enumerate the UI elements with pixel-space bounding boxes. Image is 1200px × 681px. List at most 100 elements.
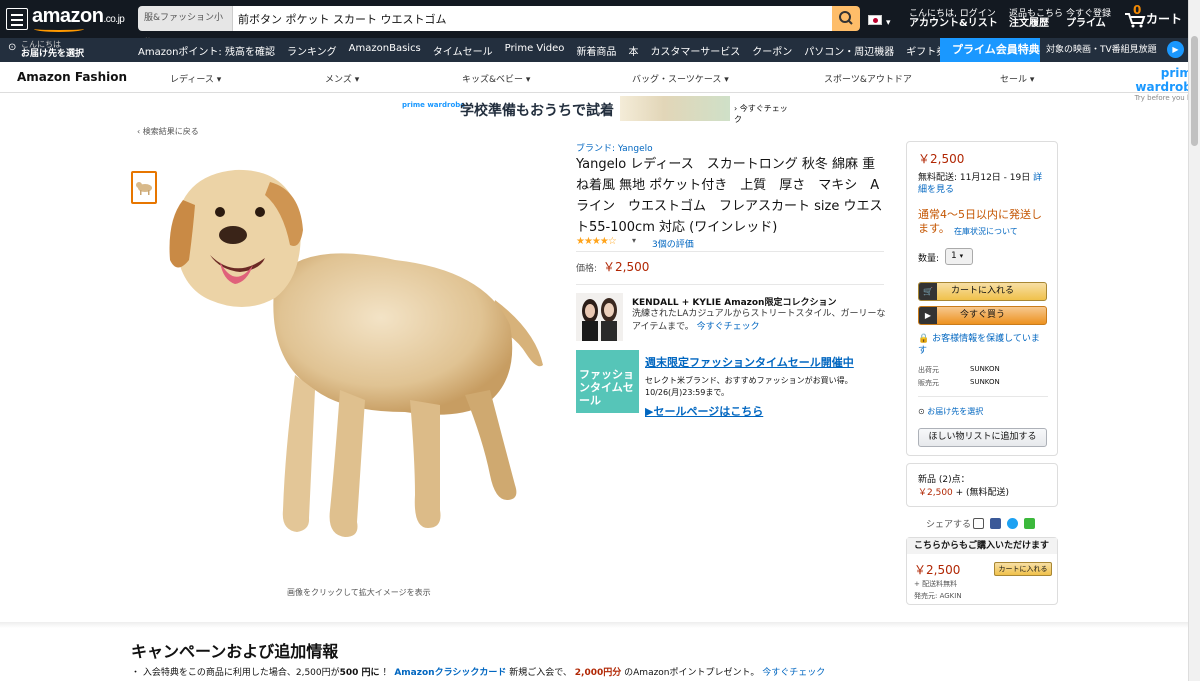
sale-title-link[interactable]: 週末限定ファッションタイムセール開催中: [645, 354, 854, 370]
divider: [576, 284, 884, 285]
facebook-icon[interactable]: [990, 518, 1001, 529]
nav-item[interactable]: タイムセール: [433, 43, 493, 58]
twitter-icon[interactable]: [1007, 518, 1018, 529]
email-icon[interactable]: [973, 518, 984, 529]
promo-brand: prime wardrobe: [402, 101, 466, 109]
breadcrumb[interactable]: ‹ 検索結果に戻る: [137, 126, 199, 137]
nav-item[interactable]: パソコン・周辺機器: [804, 43, 894, 58]
kendall-desc: 洗練されたLAカジュアルからストリートスタイル、ガーリーなアイテムまで。 今すぐ…: [632, 309, 886, 332]
dog-image: [169, 169, 543, 537]
sale-desc: セレクト米ブランド、おすすめファッションがお買い得。10/26(月)23:59ま…: [645, 376, 853, 397]
ship-from-row: 出荷元 SUNKON: [918, 365, 1000, 374]
new-offers-price: ￥2,500 + (無料配送): [918, 488, 1010, 498]
nav-item[interactable]: ランキング: [287, 43, 337, 58]
kendall-title: KENDALL + KYLIE Amazon限定コレクション: [632, 298, 837, 308]
promo-check-link[interactable]: › 今すぐチェック: [734, 103, 792, 125]
image-thumbnail[interactable]: [131, 171, 157, 204]
prime-link[interactable]: 今すぐ登録 プライム: [1066, 9, 1111, 29]
prime-banner[interactable]: プライム会員特典 対象の映画・TV番組見放題 ▶: [940, 38, 1188, 62]
fashion-nav-sports[interactable]: スポーツ&アウトドア: [824, 72, 912, 85]
image-caption: 画像をクリックして拡大イメージを表示: [287, 588, 431, 597]
secondary-nav-bar: ⊙ こんにちは お届け先を選択 Amazonポイント: 残高を確認 ランキング Ama…: [0, 38, 1200, 62]
rating-count-link[interactable]: 3個の評価: [652, 237, 694, 250]
nav-item[interactable]: Amazonポイント: 残高を確認: [138, 43, 275, 58]
hamburger-menu-icon[interactable]: [6, 8, 28, 30]
secure-transaction-link[interactable]: 🔒 お客様情報を保護しています: [918, 333, 1048, 357]
scrollbar[interactable]: [1188, 0, 1200, 681]
search-input[interactable]: [233, 6, 833, 31]
deliver-to-link[interactable]: ⊙ こんにちは お届け先を選択: [8, 40, 84, 59]
prime-banner-title: プライム会員特典: [940, 38, 1040, 62]
other-sellers-title: こちらからもご購入いただけます: [907, 538, 1057, 554]
campaign-check-link[interactable]: 今すぐチェック: [762, 668, 825, 678]
prime-banner-sub: 対象の映画・TV番組見放題: [1040, 38, 1188, 62]
new-offers-count: 新品 (2)点：: [918, 475, 970, 485]
price-row: 価格: ￥2,500: [576, 260, 650, 274]
quantity-select[interactable]: 1 ▾: [945, 248, 973, 265]
product-title: Yangelo レディース スカートロング 秋冬 綿麻 重ね着風 無地 ポケット…: [576, 157, 883, 235]
nav-items: Amazonポイント: 残高を確認 ランキング AmazonBasics タイムセール…: [138, 43, 1009, 58]
play-icon[interactable]: ▶: [1167, 41, 1184, 58]
account-lists-link[interactable]: こんにちは, ログイン アカウント&リスト: [909, 9, 998, 29]
classic-card-link[interactable]: Amazonクラシックカード: [394, 668, 506, 678]
quantity-label: 数量:: [918, 254, 940, 264]
top-nav-bar: amazon.co.jp 服&ファッション小物 ▾ ▾ こんにちは, ログインア…: [0, 0, 1200, 48]
rating-caret-icon[interactable]: ▾: [632, 236, 636, 245]
other-seller-price: ￥2,500: [914, 563, 961, 577]
play-icon: ▶: [919, 307, 937, 324]
sold-by-row: 販売元 SUNKON: [918, 378, 1000, 387]
buybox-price: ￥2,500: [918, 152, 965, 166]
sale-image[interactable]: ファッションタイムセール: [576, 350, 639, 413]
scrollbar-thumb[interactable]: [1191, 36, 1198, 146]
share-label: シェアする: [926, 520, 972, 530]
fashion-title[interactable]: Amazon Fashion: [17, 70, 127, 84]
divider: [918, 396, 1048, 397]
amazon-smile-icon: [34, 26, 84, 32]
kendall-check-link[interactable]: 今すぐチェック: [697, 322, 760, 332]
star-rating[interactable]: ★★★★☆: [576, 236, 617, 247]
kendall-kylie-image[interactable]: [576, 293, 623, 341]
search-category-dropdown[interactable]: 服&ファッション小物 ▾: [138, 6, 233, 48]
fashion-nav-kids[interactable]: キッズ&ベビー ▾: [462, 72, 530, 85]
deliver-to-link-buybox[interactable]: ⊙ お届け先を選択: [918, 406, 983, 417]
product-price: ￥2,500: [603, 260, 650, 274]
location-pin-icon: ⊙: [8, 42, 17, 53]
stock-info-link[interactable]: 在庫状況について: [954, 226, 1018, 237]
japan-flag-icon[interactable]: [868, 15, 882, 25]
lock-icon: 🔒: [918, 334, 930, 344]
promo-banner[interactable]: prime wardrobe 学校準備もおうちで試着 › 今すぐチェック: [402, 96, 792, 124]
location-pin-icon: ⊙: [918, 407, 925, 416]
search-button[interactable]: [832, 6, 860, 31]
campaign-line: ・ 入会特典をこの商品に利用した場合、2,500円が500 円に ！ Amazo…: [131, 668, 826, 678]
prime-wardrobe-logo[interactable]: prime wardrobe Try before you buy: [1096, 66, 1200, 102]
fashion-nav-sale[interactable]: セール ▾: [1000, 72, 1034, 85]
product-main-image[interactable]: [165, 150, 550, 550]
nav-item[interactable]: カスタマーサービス: [650, 43, 740, 58]
cart-icon: 🛒: [919, 283, 937, 300]
other-add-to-cart-button[interactable]: カートに入れる: [994, 562, 1052, 576]
add-to-wishlist-button[interactable]: ほしい物リストに追加する: [918, 428, 1047, 447]
sale-page-link[interactable]: ▶セールページはこちら: [645, 403, 763, 419]
line-icon[interactable]: [1024, 518, 1035, 529]
orders-link[interactable]: 返品もこちら 注文履歴: [1009, 9, 1063, 29]
language-caret-icon[interactable]: ▾: [886, 18, 891, 28]
nav-item[interactable]: AmazonBasics: [349, 43, 421, 58]
other-seller-info: + 配送料無料 発売元: AGKIN: [914, 580, 962, 600]
dog-thumbnail-icon: [136, 182, 152, 195]
nav-item[interactable]: 新着商品: [576, 43, 616, 58]
fashion-nav-bags[interactable]: バッグ・スーツケース ▾: [632, 72, 729, 85]
buy-now-button[interactable]: ▶ 今すぐ買う: [918, 306, 1047, 325]
fashion-nav-mens[interactable]: メンズ ▾: [325, 72, 359, 85]
nav-item[interactable]: クーポン: [752, 43, 792, 58]
divider: [576, 251, 884, 252]
amazon-logo[interactable]: amazon.co.jp: [32, 5, 125, 28]
promo-text: 学校準備もおうちで試着: [460, 103, 614, 119]
brand-link[interactable]: ブランド: Yangelo: [576, 141, 653, 154]
fashion-nav-ladies[interactable]: レディース ▾: [170, 72, 221, 85]
nav-item[interactable]: 本: [628, 43, 638, 58]
chevron-down-icon: ▾: [959, 252, 964, 260]
add-to-cart-button[interactable]: 🛒 カートに入れる: [918, 282, 1047, 301]
nav-item[interactable]: Prime Video: [505, 43, 565, 58]
section-shadow: [0, 622, 1188, 628]
cart-link[interactable]: カート: [1124, 10, 1182, 28]
